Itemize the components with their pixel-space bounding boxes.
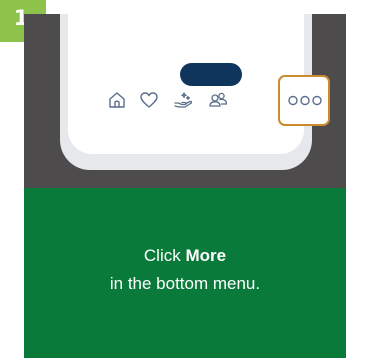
phone-frame [60,14,330,170]
more-dots-icon [288,95,322,106]
more-button-highlight[interactable] [278,75,330,126]
instruction-prefix: Click [143,246,186,265]
heart-icon[interactable] [138,89,160,111]
phone-illustration [24,14,346,188]
instruction-line-2: in the bottom menu. [109,274,261,293]
giving-hand-icon[interactable] [172,89,194,111]
instruction-line-1: Click More [24,246,346,266]
home-icon[interactable] [106,89,128,111]
primary-pill-button[interactable] [180,63,242,86]
people-icon[interactable] [207,89,229,111]
instruction-emphasis: More [185,246,227,265]
instruction-panel: Click More in the bottom menu. [24,188,346,358]
phone-screen [68,14,304,154]
tutorial-card: Click More in the bottom menu. [24,14,346,358]
